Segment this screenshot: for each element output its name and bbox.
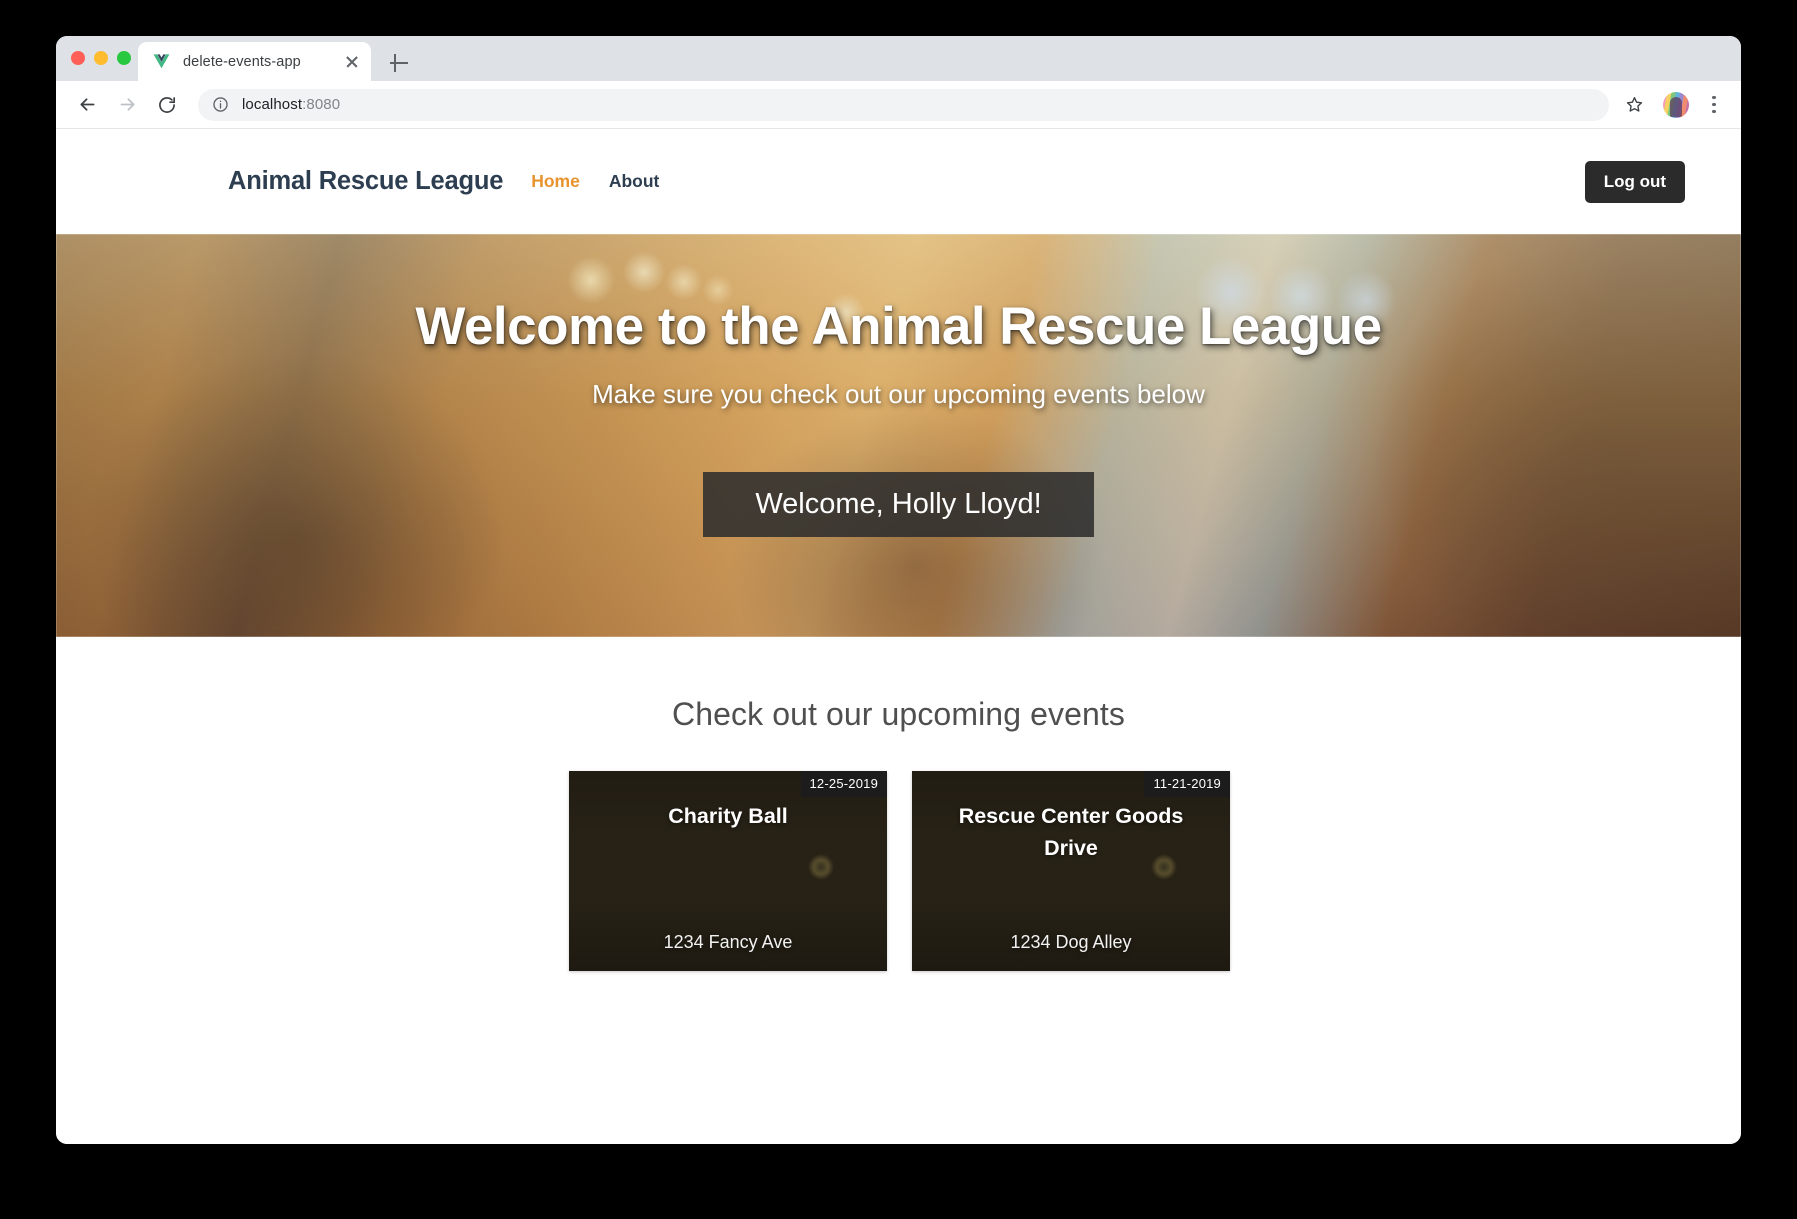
event-address: 1234 Fancy Ave: [663, 932, 793, 952]
url-host: localhost: [242, 96, 303, 113]
reload-icon[interactable]: [150, 88, 184, 122]
browser-tab[interactable]: delete-events-app: [138, 42, 371, 81]
site-nav-links: Home About: [531, 171, 659, 192]
event-title: Rescue Center Goods Drive: [958, 804, 1184, 860]
browser-tab-strip: delete-events-app: [56, 36, 1741, 81]
event-date-badge: 12-25-2019: [800, 771, 887, 797]
site-logo[interactable]: Animal Rescue League: [228, 167, 503, 196]
minimize-window-button[interactable]: [94, 51, 108, 65]
vue-logo-icon: [152, 52, 171, 71]
maximize-window-button[interactable]: [117, 51, 131, 65]
address-bar[interactable]: localhost:8080: [198, 88, 1609, 121]
hero-title: Welcome to the Animal Rescue League: [415, 297, 1382, 356]
profile-avatar[interactable]: [1663, 91, 1689, 118]
site-navbar: Animal Rescue League Home About Log out: [56, 129, 1741, 234]
info-circle-icon[interactable]: [212, 96, 229, 113]
browser-toolbar: localhost:8080: [56, 81, 1741, 129]
close-window-button[interactable]: [71, 51, 85, 65]
new-tab-button[interactable]: [386, 50, 412, 76]
arrow-right-icon[interactable]: [110, 88, 144, 122]
browser-window: delete-events-app localhost:8080 Animal …: [56, 36, 1741, 1144]
nav-link-home[interactable]: Home: [531, 171, 580, 192]
event-card[interactable]: 12-25-2019 Charity Ball 1234 Fancy Ave: [569, 771, 887, 971]
hero-section: Welcome to the Animal Rescue League Make…: [56, 234, 1741, 637]
event-card[interactable]: 11-21-2019 Rescue Center Goods Drive 123…: [912, 771, 1230, 971]
hero-background-image: [56, 234, 1741, 637]
address-bar-text: localhost:8080: [242, 96, 340, 113]
page-viewport: Animal Rescue League Home About Log out …: [56, 129, 1741, 1144]
events-grid: 12-25-2019 Charity Ball 1234 Fancy Ave 1…: [567, 771, 1230, 971]
star-icon[interactable]: [1619, 90, 1649, 120]
three-dots-menu-icon[interactable]: [1701, 90, 1727, 120]
event-date-badge: 11-21-2019: [1144, 771, 1230, 797]
nav-link-about[interactable]: About: [609, 171, 660, 192]
close-icon[interactable]: [343, 53, 361, 71]
welcome-banner: Welcome, Holly Lloyd!: [703, 472, 1094, 537]
logout-button[interactable]: Log out: [1584, 160, 1685, 203]
event-address: 1234 Dog Alley: [1010, 932, 1132, 952]
events-heading: Check out our upcoming events: [672, 696, 1125, 732]
event-title: Charity Ball: [668, 804, 788, 828]
events-section: Check out our upcoming events 12-25-2019…: [56, 637, 1741, 971]
hero-subtitle: Make sure you check out our upcoming eve…: [592, 379, 1205, 409]
browser-tab-title: delete-events-app: [183, 53, 301, 70]
arrow-left-icon[interactable]: [70, 88, 104, 122]
url-port: :8080: [302, 96, 341, 113]
window-traffic-lights: [71, 51, 131, 65]
